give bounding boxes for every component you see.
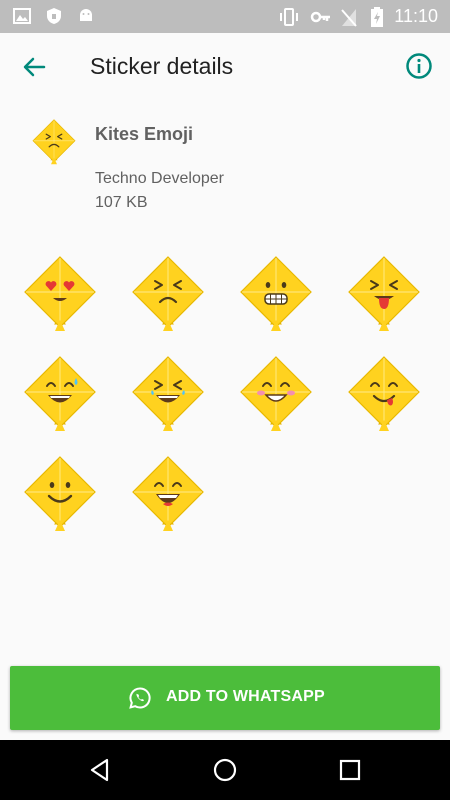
- add-to-whatsapp-button[interactable]: ADD TO WHATSAPP: [10, 666, 440, 730]
- key-icon: [310, 11, 330, 23]
- pack-publisher: Techno Developer: [95, 170, 224, 187]
- status-bar: 11:10: [0, 0, 450, 33]
- vibrate-icon: [280, 8, 298, 26]
- sticker-6[interactable]: [128, 354, 208, 434]
- sticker-4[interactable]: [344, 254, 424, 334]
- back-triangle-icon[interactable]: [87, 757, 113, 783]
- status-time: 11:10: [394, 6, 438, 26]
- sticker-9[interactable]: [20, 454, 100, 534]
- info-icon[interactable]: [404, 51, 434, 81]
- pack-name: Kites Emoji: [95, 124, 194, 144]
- home-circle-icon[interactable]: [212, 757, 238, 783]
- pack-size: 107 KB: [95, 194, 148, 211]
- add-to-whatsapp-label: ADD TO WHATSAPP: [166, 688, 325, 705]
- arrow-back-icon[interactable]: [18, 51, 50, 83]
- shield-icon: [47, 8, 61, 24]
- image-icon: [13, 8, 31, 24]
- no-signal-icon: [341, 9, 357, 27]
- battery-charging-icon: [371, 7, 383, 27]
- sticker-2[interactable]: [128, 254, 208, 334]
- sticker-3[interactable]: [236, 254, 316, 334]
- navigation-bar: [0, 740, 450, 800]
- android-icon: [80, 9, 92, 21]
- tray-icon: [32, 119, 76, 165]
- sticker-8[interactable]: [344, 354, 424, 434]
- sticker-1[interactable]: [20, 254, 100, 334]
- sticker-5[interactable]: [20, 354, 100, 434]
- app-bar: Sticker details: [0, 33, 450, 99]
- recents-square-icon[interactable]: [337, 757, 363, 783]
- whatsapp-icon: [129, 687, 151, 709]
- page-title: Sticker details: [90, 53, 234, 79]
- sticker-7[interactable]: [236, 354, 316, 434]
- sticker-10[interactable]: [128, 454, 208, 534]
